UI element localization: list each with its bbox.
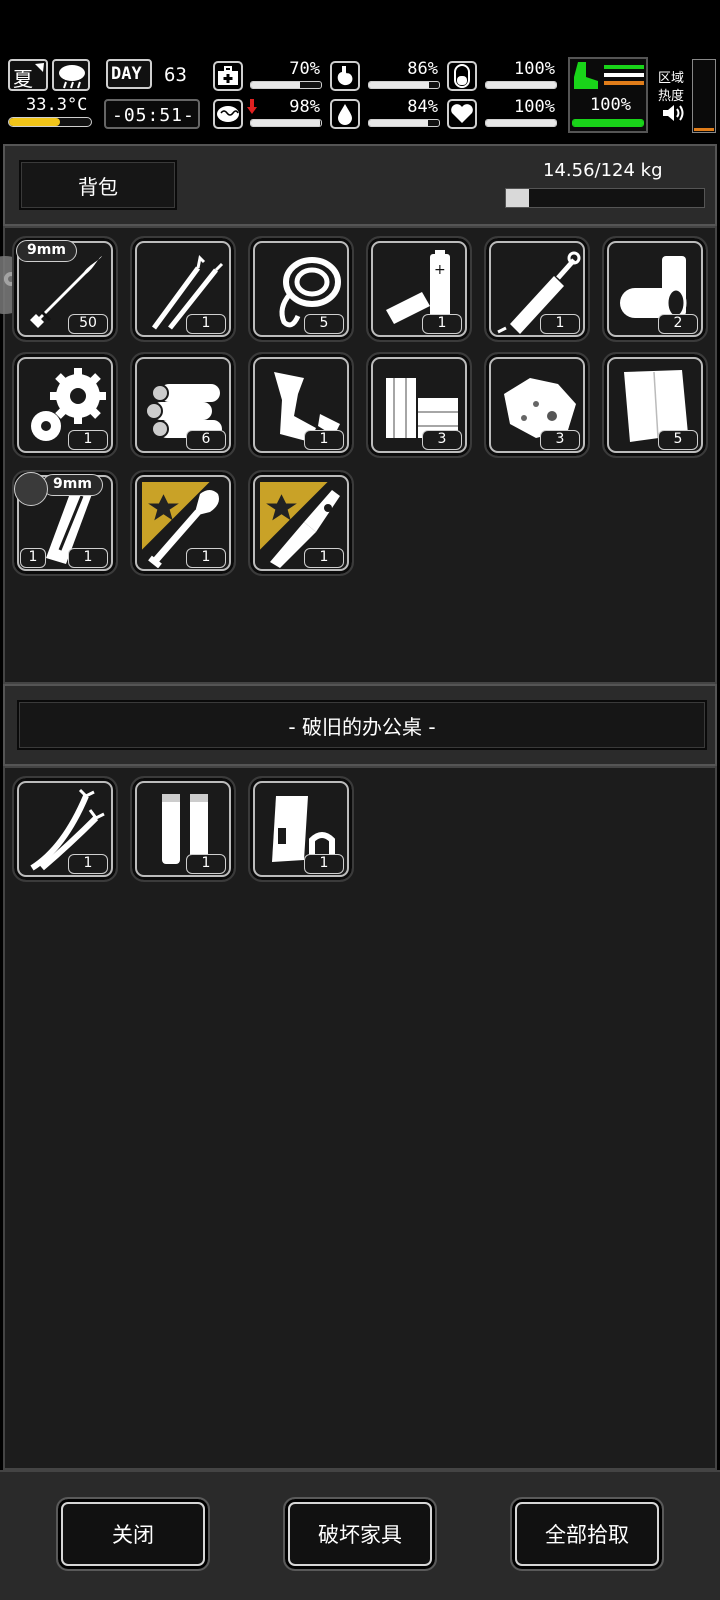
item-count: 1 (186, 854, 226, 874)
item-count: 1 (186, 314, 226, 334)
speaker-icon[interactable] (662, 103, 686, 123)
zone-heat-label-2: 热度 (658, 89, 685, 104)
container-slot-pipes[interactable]: 1 (130, 776, 236, 882)
backpack-header: 背包 14.56/124 kg (3, 144, 717, 226)
loaded-count: 1 (20, 548, 46, 568)
item-count: 50 (68, 314, 108, 334)
item-count: 5 (658, 430, 698, 450)
stamina-value: 100% (590, 95, 631, 115)
caliber-tag: 9mm (42, 474, 103, 496)
sanity-value: 98% (289, 97, 320, 117)
thirst-value: 84% (407, 97, 438, 117)
svg-text:+: + (434, 262, 446, 278)
container-title: - 破旧的办公桌 - (17, 700, 707, 750)
close-button[interactable]: 关闭 (56, 1497, 210, 1571)
item-slot-cloth[interactable]: 5 (602, 352, 708, 458)
season-badge: 夏 (8, 59, 48, 91)
container-slot-metal-parts[interactable]: 1 (248, 776, 354, 882)
zone-heat-meter (692, 59, 716, 133)
zone-heat-label-1: 区域 (658, 71, 685, 86)
item-count: 1 (304, 430, 344, 450)
sanity-bar (250, 119, 322, 127)
container-header: - 破旧的办公桌 - (3, 684, 717, 766)
sun-icon (35, 63, 44, 72)
brain-icon (213, 99, 243, 129)
energy-bar (485, 81, 557, 89)
weather-badge (52, 59, 90, 91)
item-slot-knife[interactable]: 1 (248, 470, 354, 576)
temperature-bar (8, 117, 92, 127)
temperature-readout: 33.3°C (26, 95, 88, 115)
season-label: 夏 (13, 67, 33, 91)
stamina-panel: 100% (568, 57, 648, 133)
hunger-bar (368, 81, 440, 89)
item-slot-syringe[interactable]: 1 (484, 236, 590, 342)
energy-value: 100% (514, 59, 555, 79)
boot-icon (574, 62, 598, 89)
item-slot-battery[interactable]: + 1 (366, 236, 472, 342)
item-count: 1 (304, 854, 344, 874)
item-count: 2 (658, 314, 698, 334)
item-count: 5 (304, 314, 344, 334)
medkit-icon (213, 61, 243, 91)
item-slot-ore[interactable]: 3 (484, 352, 590, 458)
item-count: 3 (540, 430, 580, 450)
item-count: 1 (540, 314, 580, 334)
item-slot-logs[interactable]: 6 (130, 352, 236, 458)
item-slot-rope[interactable]: 5 (248, 236, 354, 342)
item-slot-scrap-metal[interactable]: 1 (248, 352, 354, 458)
item-count: 1 (68, 854, 108, 874)
item-slot-gears[interactable]: 1 (12, 352, 118, 458)
rain-cloud-icon (59, 65, 85, 89)
heart-icon (447, 99, 477, 129)
day-badge: DAY (106, 59, 152, 89)
status-hud: 夏 33.3°C DAY 63 -05:51- 70% 86% 100% 98%… (0, 55, 720, 139)
item-count: 3 (422, 430, 462, 450)
health-bar (250, 81, 322, 89)
stomach-icon (330, 61, 360, 91)
backpack-title: 背包 (19, 160, 177, 210)
container-slot-wire[interactable]: 1 (12, 776, 118, 882)
item-slot-tape[interactable]: 2 (602, 236, 708, 342)
heart-value: 100% (514, 97, 555, 117)
item-slot-lockpick[interactable]: 1 (130, 236, 236, 342)
item-slot-planks[interactable]: 3 (366, 352, 472, 458)
day-number: 63 (164, 64, 187, 86)
heart-bar (485, 119, 557, 127)
take-all-button[interactable]: 全部拾取 (510, 1497, 664, 1571)
thirst-bar (368, 119, 440, 127)
ammo-type-badge (14, 472, 48, 506)
weight-readout: 14.56/124 kg (543, 160, 663, 181)
destroy-furniture-button[interactable]: 破坏家具 (283, 1497, 437, 1571)
item-count: 1 (68, 548, 108, 568)
item-slot-magazine[interactable]: 9mm 1 1 (12, 470, 118, 576)
item-count: 1 (68, 430, 108, 450)
item-count: 1 (186, 548, 226, 568)
item-slot-9mm-ammo[interactable]: 9mm 50 (12, 236, 118, 342)
health-value: 70% (289, 59, 320, 79)
pill-icon (447, 61, 477, 91)
caliber-tag: 9mm (16, 240, 77, 262)
item-count: 1 (304, 548, 344, 568)
item-count: 1 (422, 314, 462, 334)
clock-readout: -05:51- (112, 105, 195, 126)
water-drop-icon (330, 99, 360, 129)
weight-bar (505, 188, 705, 208)
item-slot-shovel[interactable]: 1 (130, 470, 236, 576)
item-count: 6 (186, 430, 226, 450)
clock-badge: -05:51- (104, 99, 200, 129)
hunger-value: 86% (407, 59, 438, 79)
day-label: DAY (111, 64, 142, 84)
stamina-bar (572, 119, 644, 127)
